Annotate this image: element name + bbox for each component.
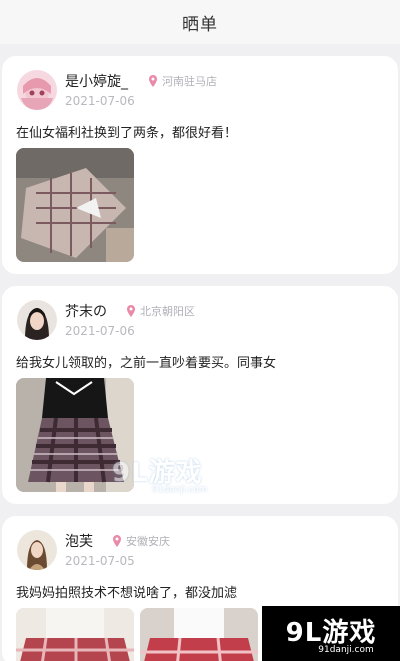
location-text: 河南驻马店 [162, 75, 217, 88]
location: 北京朝阳区 [126, 303, 195, 319]
top-bar: 晒单 [0, 0, 400, 44]
corner-badge-text: 9L游戏 [285, 618, 377, 648]
corner-badge-url: 91danji.com [318, 645, 374, 655]
post-date: 2021-07-05 [65, 554, 135, 568]
username[interactable]: 是小婷旋_ [65, 71, 128, 91]
watermark-url: 91danji.com [152, 485, 208, 495]
location-pin-icon [127, 305, 135, 317]
post-photo[interactable] [16, 148, 134, 262]
post-photo[interactable] [140, 608, 258, 661]
username[interactable]: 芥末の [65, 301, 107, 321]
location-text: 北京朝阳区 [140, 305, 195, 318]
post-card[interactable]: 是小婷旋_ 河南驻马店 2021-07-06 在仙女福利社换到了两条，都很好看！ [2, 56, 398, 274]
post-text: 给我女儿领取的，之前一直吵着要买。同事女 [16, 356, 277, 371]
page-title: 晒单 [182, 14, 218, 35]
post-photo[interactable] [16, 608, 134, 661]
location-text: 安徽安庆 [126, 535, 170, 548]
watermark: 9L游戏 91danji.com [112, 452, 207, 495]
avatar[interactable] [17, 70, 57, 110]
avatar[interactable] [17, 300, 57, 340]
post-text: 在仙女福利社换到了两条，都很好看！ [16, 126, 238, 141]
post-date: 2021-07-06 [65, 94, 135, 108]
avatar[interactable] [17, 530, 57, 570]
location-pin-icon [113, 535, 121, 547]
username[interactable]: 泡芙 [65, 531, 93, 551]
post-text: 我妈妈拍照技术不想说啥了，都没加滤 [16, 586, 238, 601]
location: 河南驻马店 [148, 73, 217, 89]
post-date: 2021-07-06 [65, 324, 135, 338]
corner-watermark-badge: 9L游戏 91danji.com [262, 606, 400, 661]
location-pin-icon [149, 75, 157, 87]
location: 安徽安庆 [112, 533, 170, 549]
watermark-text: 9L游戏 [112, 458, 203, 488]
